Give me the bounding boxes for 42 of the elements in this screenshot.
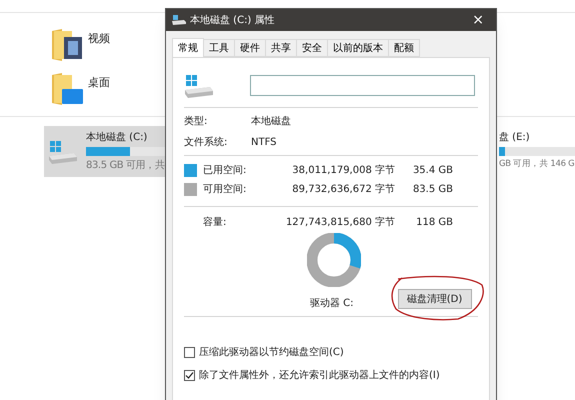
capacity-size: 118 GB (415, 216, 453, 229)
drive-name: 盘 (E:) (499, 131, 530, 145)
drive-icon (172, 14, 186, 26)
video-folder-icon (50, 27, 84, 63)
capacity-label: 容量: (203, 216, 228, 229)
folder-item[interactable]: 视频 (50, 27, 130, 63)
folder-name: 桌面 (88, 75, 110, 91)
drive-free-space: 83.5 GB 可用，共 (86, 158, 164, 173)
space-size: 83.5 GB (412, 183, 453, 196)
space-bytes: 89,732,636,672 字节 (291, 183, 395, 196)
capacity-bytes: 127,743,815,680 字节 (284, 216, 395, 229)
folder-name: 视频 (88, 31, 110, 47)
usage-donut-chart (307, 233, 361, 287)
folder-item[interactable]: 桌面 (50, 71, 130, 107)
drive-label-field[interactable] (250, 75, 475, 96)
space-bytes: 38,011,179,008 字节 (291, 164, 395, 177)
drive-icon (48, 138, 78, 164)
property-label: 文件系统: (184, 136, 228, 149)
space-size: 35.4 GB (412, 164, 453, 177)
tab[interactable]: 硬件 (234, 39, 266, 57)
drive-name: 本地磁盘 (C:) (86, 130, 148, 145)
tab[interactable]: 安全 (296, 39, 328, 57)
tab[interactable]: 共享 (265, 39, 297, 57)
drive-caption: 驱动器 C: (310, 297, 354, 311)
tab[interactable]: 配额 (388, 39, 420, 57)
property-value: 本地磁盘 (251, 115, 291, 128)
disk-cleanup-button[interactable]: 磁盘清理(D) (398, 289, 472, 309)
option-label: 除了文件属性外，还允许索引此驱动器上文件的内容(I) (199, 368, 440, 383)
tab[interactable]: 以前的版本 (327, 39, 389, 57)
space-label: 可用空间: (203, 183, 248, 196)
tab[interactable]: 常规 (172, 38, 204, 58)
checkbox[interactable] (184, 347, 195, 358)
drive-icon (184, 72, 214, 98)
property-value: NTFS (251, 136, 277, 149)
close-button[interactable]: × (466, 13, 490, 27)
tab[interactable]: 工具 (203, 39, 235, 57)
desktop-folder-icon (50, 71, 84, 107)
window-title: 本地磁盘 (C:) 属性 (190, 14, 276, 28)
checkbox[interactable] (184, 370, 195, 381)
drive-free-space: GB 可用，共 146 G (499, 158, 574, 171)
option-label: 压缩此驱动器以节约磁盘空间(C) (199, 346, 344, 360)
property-label: 类型: (184, 115, 208, 128)
